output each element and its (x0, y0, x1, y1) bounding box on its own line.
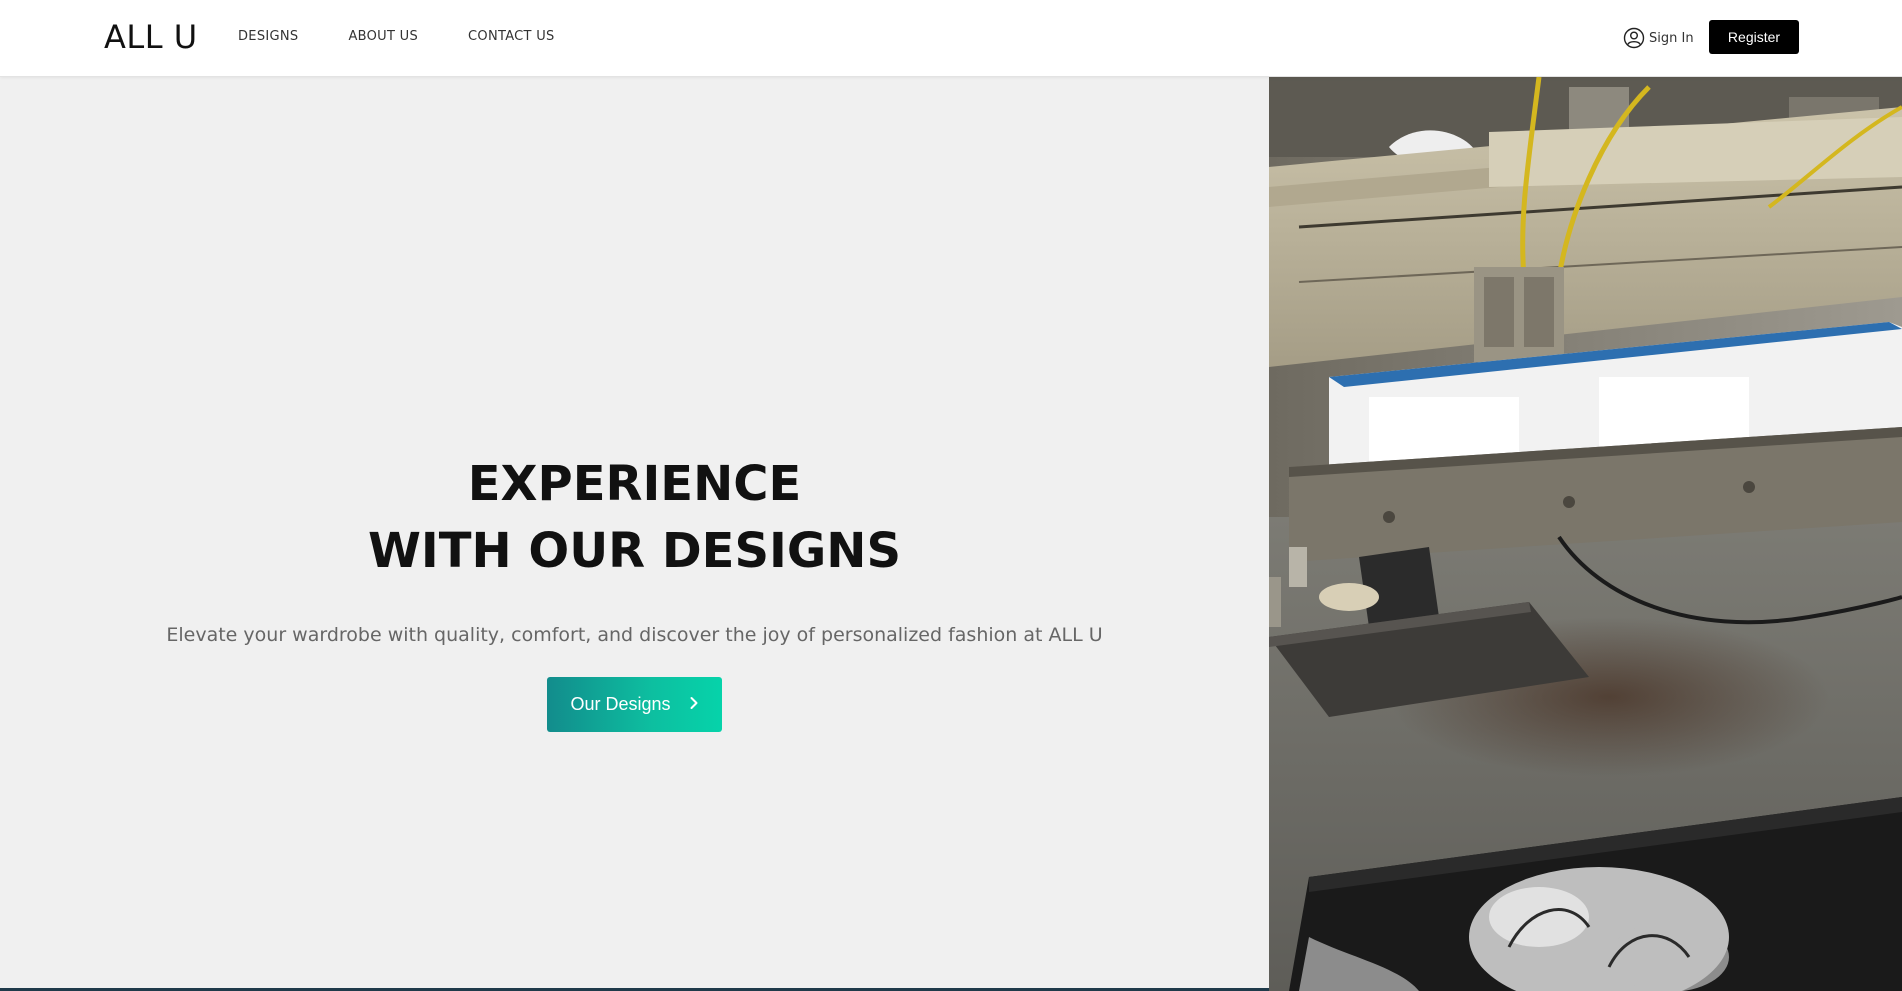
hero-title: EXPERIENCE WITH OUR DESIGNS (0, 451, 1269, 585)
our-designs-label: Our Designs (570, 694, 671, 714)
nav-link-contact-us[interactable]: CONTACT US (468, 29, 555, 44)
hero-subtitle: Elevate your wardrobe with quality, comf… (166, 624, 1103, 646)
nav-link-designs[interactable]: DESIGNS (238, 29, 298, 44)
hero-section: EXPERIENCE WITH OUR DESIGNS Elevate your… (0, 77, 1269, 991)
main-nav: DESIGNS ABOUT US CONTACT US (238, 29, 605, 44)
sign-in-link[interactable]: Sign In (1623, 27, 1694, 49)
register-button[interactable]: Register (1709, 20, 1799, 54)
user-circle-icon (1623, 27, 1645, 49)
nav-link-about-us[interactable]: ABOUT US (348, 29, 418, 44)
our-designs-button[interactable]: Our Designs (547, 677, 722, 732)
hero-title-line-1: EXPERIENCE (467, 456, 802, 512)
site-header: ALL U DESIGNS ABOUT US CONTACT US Sign I… (0, 0, 1902, 77)
sign-in-label: Sign In (1649, 30, 1694, 46)
hero-image-screen-printing (1269, 77, 1902, 991)
hero-title-line-2: WITH OUR DESIGNS (367, 523, 902, 579)
brand-logo[interactable]: ALL U (104, 18, 198, 56)
chevron-right-icon (689, 694, 699, 715)
